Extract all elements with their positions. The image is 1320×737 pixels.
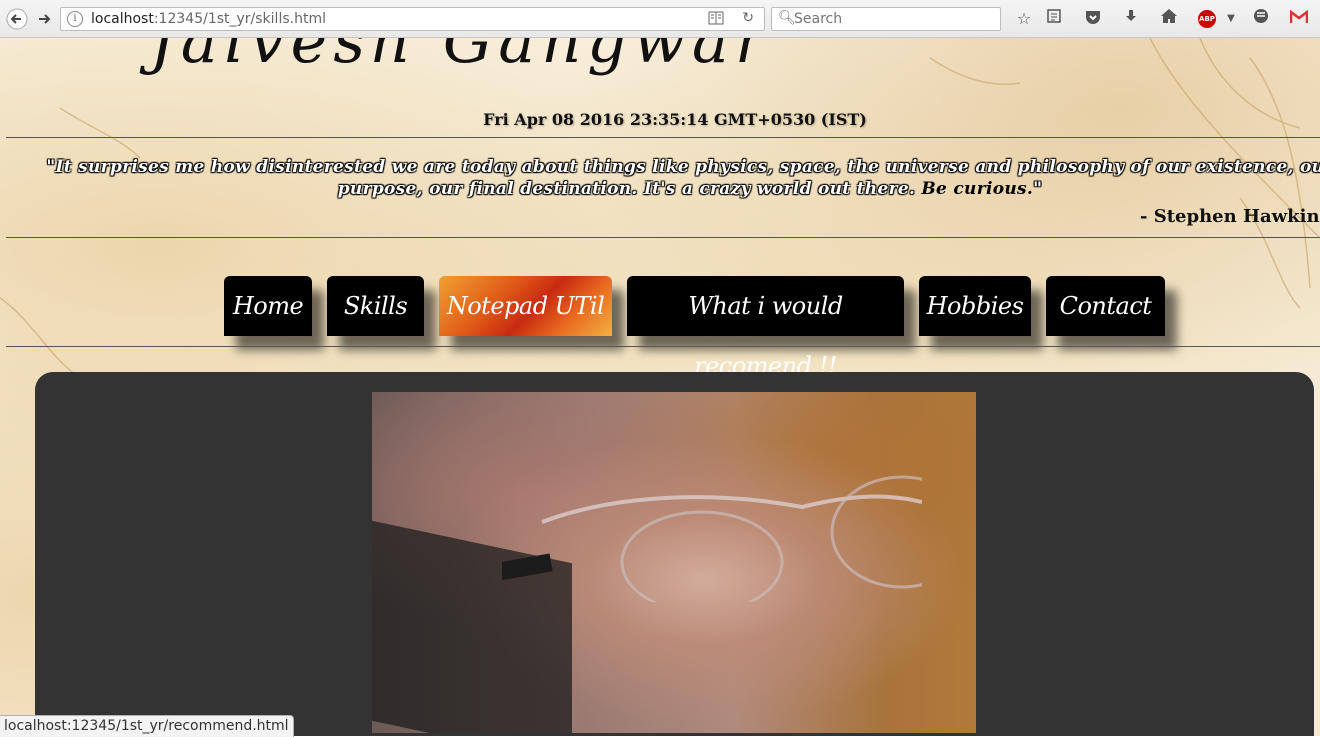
nav-recommend[interactable]: What i would recomend !! bbox=[627, 276, 904, 380]
url-bar[interactable]: i localhost:12345/1st_yr/skills.html ↻ bbox=[60, 7, 765, 31]
back-arrow-icon bbox=[6, 8, 28, 30]
forward-arrow-icon bbox=[39, 14, 51, 24]
site-info-icon[interactable]: i bbox=[67, 11, 83, 27]
divider bbox=[6, 137, 1320, 138]
gmail-icon[interactable] bbox=[1288, 8, 1310, 30]
reader-view-icon[interactable] bbox=[708, 11, 724, 29]
video-player[interactable] bbox=[372, 392, 976, 733]
search-input[interactable] bbox=[794, 10, 994, 28]
status-bar: localhost:12345/1st_yr/recommend.html bbox=[0, 715, 294, 737]
search-bar[interactable]: 🔍︎ bbox=[771, 7, 1001, 31]
nav-skills[interactable]: Skills bbox=[327, 276, 424, 336]
current-datetime: Fri Apr 08 2016 23:35:14 GMT+0530 (IST) bbox=[483, 110, 867, 129]
chat-icon[interactable] bbox=[1250, 8, 1272, 30]
quote-author: - Stephen Hawking bbox=[1140, 206, 1320, 227]
quote-text: "It surprises me how disinterested we ar… bbox=[46, 157, 1320, 199]
divider bbox=[6, 237, 1320, 238]
home-icon[interactable] bbox=[1158, 8, 1180, 30]
back-button[interactable] bbox=[6, 8, 28, 30]
download-icon[interactable] bbox=[1120, 8, 1142, 30]
adblock-icon[interactable]: ABP bbox=[1198, 10, 1216, 28]
site-logo: Jaivesh Gangwar bbox=[150, 38, 771, 77]
reading-list-icon[interactable] bbox=[1043, 8, 1065, 30]
url-text[interactable]: localhost:12345/1st_yr/skills.html bbox=[91, 11, 326, 27]
reload-icon[interactable]: ↻ bbox=[742, 10, 754, 26]
nav-notepad-util[interactable]: Notepad UTil bbox=[439, 276, 612, 336]
quote-emphasis: Be curious. bbox=[921, 179, 1034, 199]
forward-button[interactable] bbox=[34, 8, 56, 30]
nav-contact[interactable]: Contact bbox=[1046, 276, 1165, 336]
nav-home[interactable]: Home bbox=[224, 276, 312, 336]
pocket-icon[interactable] bbox=[1082, 8, 1104, 30]
page-content: Jaivesh Gangwar Fri Apr 08 2016 23:35:14… bbox=[0, 38, 1320, 736]
content-panel bbox=[35, 372, 1314, 736]
divider bbox=[6, 346, 1320, 347]
browser-toolbar: i localhost:12345/1st_yr/skills.html ↻ 🔍… bbox=[0, 0, 1320, 38]
bookmark-star-icon[interactable]: ☆ bbox=[1013, 8, 1035, 30]
chevron-down-icon[interactable]: ▼ bbox=[1220, 8, 1242, 30]
nav-hobbies[interactable]: Hobbies bbox=[919, 276, 1031, 336]
